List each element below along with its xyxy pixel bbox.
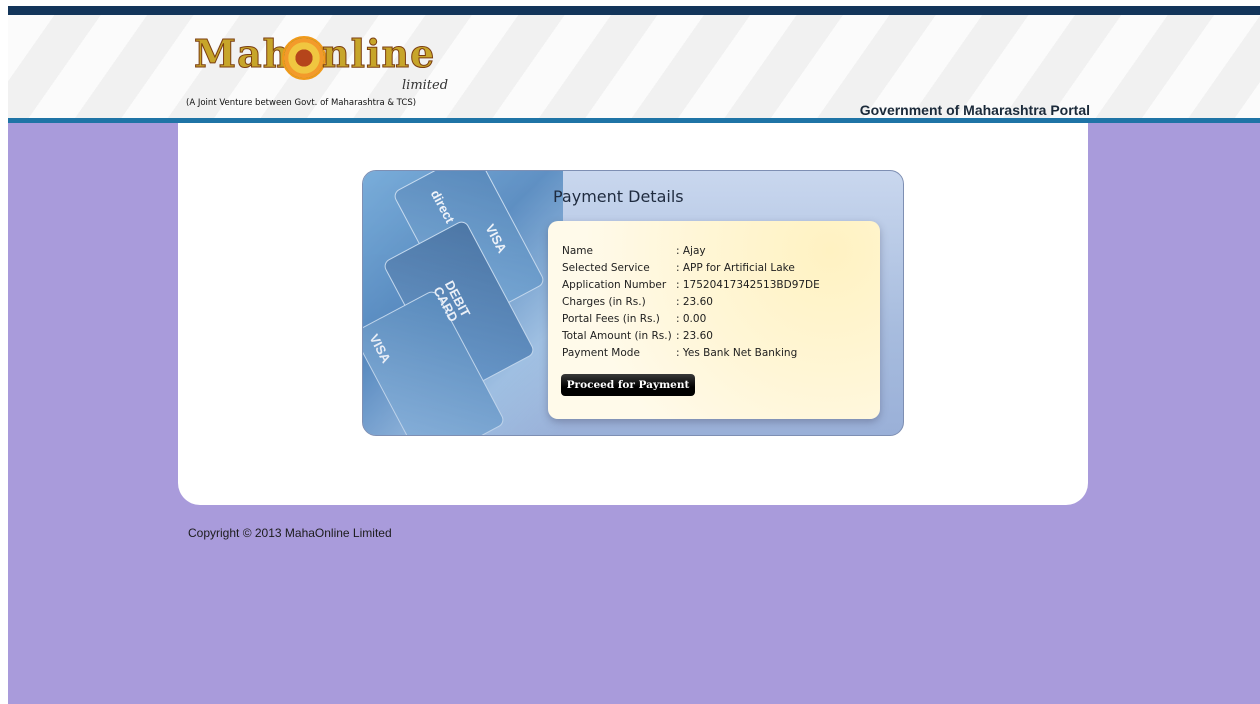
detail-row-name: Name : Ajay (562, 243, 706, 260)
detail-row-service: Selected Service : APP for Artificial Lak… (562, 260, 795, 277)
detail-value: : 23.60 (676, 330, 713, 342)
detail-row-charges: Charges (in Rs.) : 23.60 (562, 294, 713, 311)
logo-tagline: (A Joint Venture between Govt. of Mahara… (186, 98, 417, 108)
logo-limited-text: limited (402, 78, 449, 93)
maharashtra-emblem-icon (282, 36, 326, 80)
detail-value: : 0.00 (676, 313, 707, 325)
detail-label: Portal Fees (in Rs.) (562, 313, 660, 325)
detail-row-payment-mode: Payment Mode : Yes Bank Net Banking (562, 345, 797, 362)
detail-value: : Ajay (676, 245, 706, 257)
detail-label: Selected Service (562, 262, 650, 274)
detail-row-total-amount: Total Amount (in Rs.) : 23.60 (562, 328, 713, 345)
site-header: Maha nline limited (A Joint Venture betw… (8, 15, 1260, 118)
detail-value: : 23.60 (676, 296, 713, 308)
detail-row-portal-fees: Portal Fees (in Rs.) : 0.00 (562, 311, 706, 328)
top-bar (8, 6, 1260, 15)
portal-title: Government of Maharashtra Portal (859, 102, 1090, 118)
detail-value: : Yes Bank Net Banking (676, 347, 798, 359)
credit-cards-illustration: direct VISA DEBIT CARD VISA (363, 171, 563, 435)
payment-panel: direct VISA DEBIT CARD VISA Payment Deta… (362, 170, 904, 436)
mahaonline-logo[interactable]: Maha nline limited (A Joint Venture betw… (184, 30, 464, 112)
detail-label: Total Amount (in Rs.) (562, 330, 672, 342)
page-frame: Maha nline limited (A Joint Venture betw… (8, 6, 1260, 704)
detail-label: Name (562, 245, 593, 257)
logo-text-online: nline (321, 31, 436, 76)
payment-details-title: Payment Details (553, 187, 684, 206)
detail-value: : 17520417342513BD97DE (676, 279, 820, 291)
detail-label: Charges (in Rs.) (562, 296, 646, 308)
proceed-for-payment-button[interactable]: Proceed for Payment (561, 374, 695, 396)
copyright-text: Copyright © 2013 MahaOnline Limited (188, 526, 392, 540)
detail-label: Application Number (562, 279, 667, 291)
main-content-card: direct VISA DEBIT CARD VISA Payment Deta… (178, 123, 1088, 505)
payment-details-box: Name : Ajay Selected Service : APP for Art… (548, 221, 880, 419)
detail-value: : APP for Artificial Lake (676, 262, 795, 274)
detail-row-application-number: Application Number : 17520417342513BD97DE (562, 277, 820, 294)
detail-label: Payment Mode (562, 347, 640, 359)
